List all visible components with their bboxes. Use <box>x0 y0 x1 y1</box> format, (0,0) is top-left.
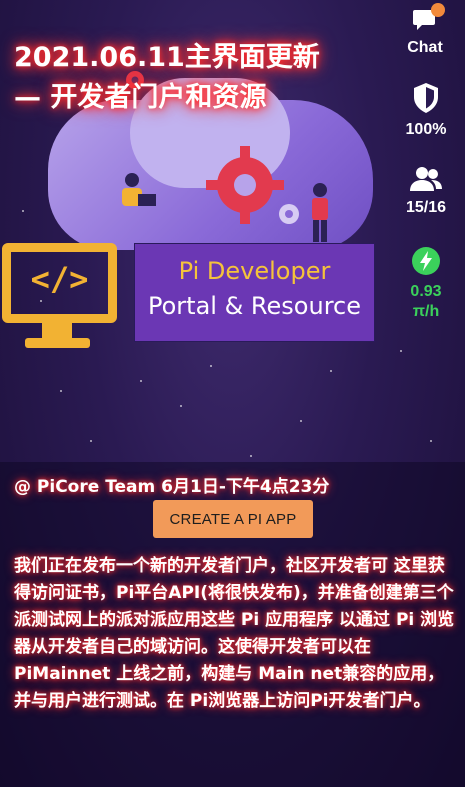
lightning-icon <box>412 247 440 275</box>
person-standing-icon <box>312 183 328 242</box>
headline-line-1: 2021.06.11主界面更新 <box>14 42 320 73</box>
team-indicator[interactable]: 15/16 <box>396 166 456 217</box>
person-with-laptop-icon <box>122 173 156 206</box>
people-icon <box>410 167 442 191</box>
post-author-line: @ PiCore Team 6月1日-下午4点23分 <box>14 477 330 497</box>
banner-title-line-1: Pi Developer <box>178 257 331 285</box>
shield-icon <box>414 83 438 113</box>
mining-rate-value: 0.93 <box>410 283 442 300</box>
notification-dot <box>431 3 445 17</box>
post-body: 我们正在发布一个新的开发者门户，社区开发者可 这里获得访问证书，Pi平台API(… <box>14 556 455 711</box>
headline-line-2: — 开发者门户和资源 <box>14 82 267 113</box>
mining-rate-unit: π/h <box>412 303 440 320</box>
team-value: 15/16 <box>405 199 447 216</box>
create-pi-app-button[interactable]: CREATE A PI APP <box>153 500 313 538</box>
mining-rate-button[interactable]: 0.93 π/h <box>396 246 456 321</box>
chat-label: Chat <box>407 39 443 56</box>
small-gear-icon-2 <box>279 204 299 224</box>
banner-title-line-2: Portal & Resource <box>148 292 361 320</box>
developer-portal-banner: Pi Developer Portal & Resource <box>134 243 375 342</box>
security-value: 100% <box>405 121 447 138</box>
page-headline: 2021.06.11主界面更新 — 开发者门户和资源 <box>14 38 394 118</box>
security-indicator[interactable]: 100% <box>396 82 456 139</box>
